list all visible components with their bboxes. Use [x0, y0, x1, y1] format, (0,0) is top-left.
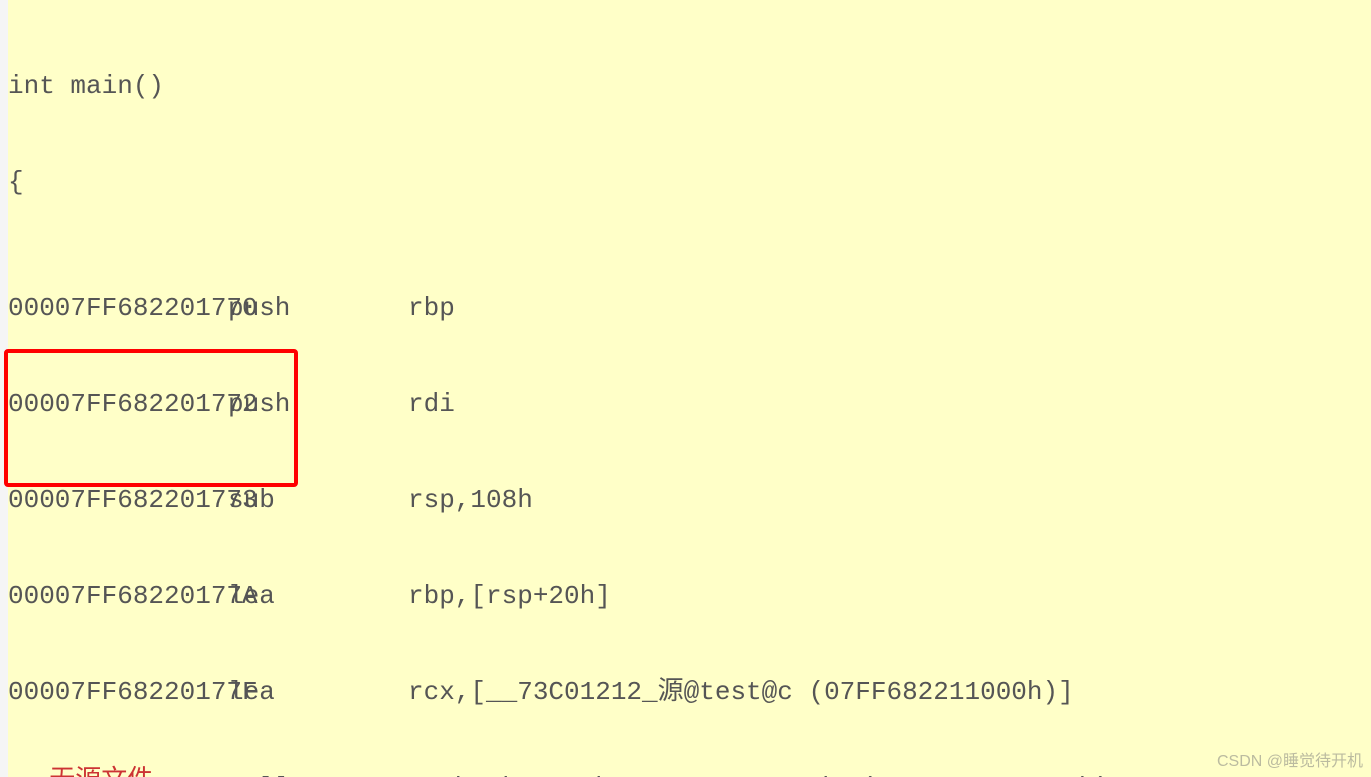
asm-mnemonic: push — [228, 386, 408, 422]
asm-operands: rdi — [408, 386, 455, 422]
asm-address: 00007FF682201770 — [8, 290, 228, 326]
dash-prefix: --- — [8, 764, 49, 777]
gutter-stripe — [0, 0, 8, 777]
asm-operands: rcx,[__73C01212_源@test@c (07FF682211000h… — [408, 674, 1074, 710]
asm-mnemonic: sub — [228, 482, 408, 518]
asm-mnemonic: lea — [228, 674, 408, 710]
asm-mnemonic: lea — [228, 578, 408, 614]
asm-address: 00007FF682201773 — [8, 482, 228, 518]
func-signature: int main() — [8, 71, 164, 101]
asm-line: 00007FF682201770pushrbp — [8, 290, 1110, 326]
no-source-label: 无源文件 — [49, 764, 153, 777]
disassembly-content: int main() { 00007FF682201770pushrbp 000… — [8, 8, 1110, 777]
no-source-separator: --- 无源文件 -------------------------------… — [8, 759, 1371, 777]
source-line: { — [8, 164, 1110, 200]
asm-line: 00007FF68220177Flearcx,[__73C01212_源@tes… — [8, 674, 1110, 710]
source-line: int main() — [8, 68, 1110, 104]
asm-line: 00007FF68220177Alearbp,[rsp+20h] — [8, 578, 1110, 614]
asm-mnemonic: push — [228, 290, 408, 326]
asm-address: 00007FF68220177F — [8, 674, 228, 710]
dash-suffix: ----------------------------------------… — [153, 764, 983, 777]
asm-line: 00007FF682201773subrsp,108h — [8, 482, 1110, 518]
asm-operands: rsp,108h — [408, 482, 533, 518]
asm-operands: rbp — [408, 290, 455, 326]
asm-operands: rbp,[rsp+20h] — [408, 578, 611, 614]
asm-address: 00007FF68220177A — [8, 578, 228, 614]
csdn-watermark: CSDN @睡觉待开机 — [1217, 747, 1363, 771]
brace-open: { — [8, 167, 24, 197]
asm-line: 00007FF682201772pushrdi — [8, 386, 1110, 422]
asm-address: 00007FF682201772 — [8, 386, 228, 422]
